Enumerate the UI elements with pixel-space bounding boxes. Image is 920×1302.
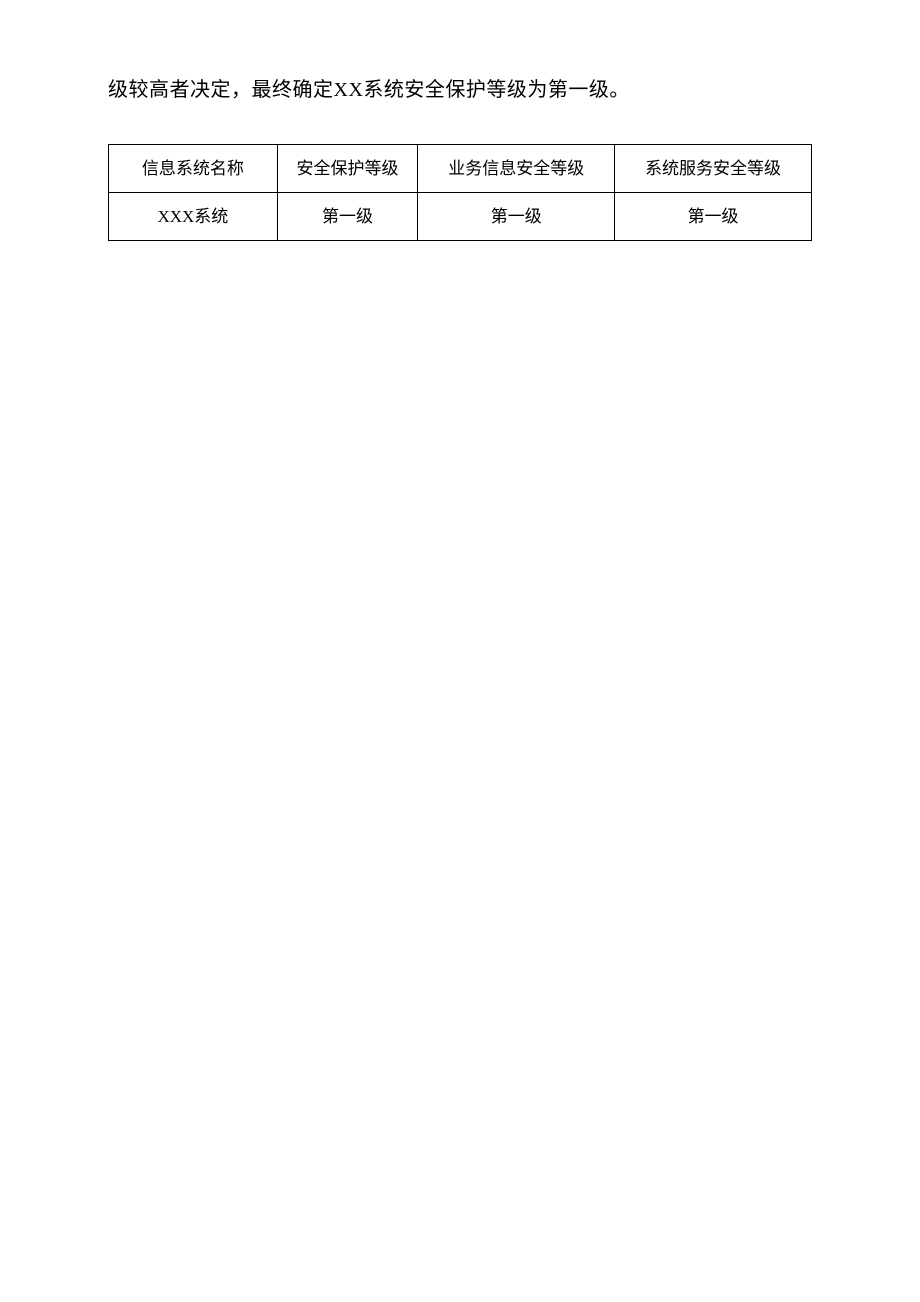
paragraph-text: 级较高者决定，最终确定XX系统安全保护等级为第一级。 — [108, 72, 812, 108]
cell-service-level: 第一级 — [615, 193, 812, 241]
document-page: 级较高者决定，最终确定XX系统安全保护等级为第一级。 信息系统名称 安全保护等级… — [0, 0, 920, 241]
table-row: XXX系统 第一级 第一级 第一级 — [109, 193, 812, 241]
header-service-level: 系统服务安全等级 — [615, 145, 812, 193]
cell-system-name: XXX系统 — [109, 193, 278, 241]
cell-business-info-level: 第一级 — [418, 193, 615, 241]
header-business-info-level: 业务信息安全等级 — [418, 145, 615, 193]
header-protection-level: 安全保护等级 — [277, 145, 418, 193]
security-level-table: 信息系统名称 安全保护等级 业务信息安全等级 系统服务安全等级 XXX系统 第一… — [108, 144, 812, 241]
cell-protection-level: 第一级 — [277, 193, 418, 241]
table-header-row: 信息系统名称 安全保护等级 业务信息安全等级 系统服务安全等级 — [109, 145, 812, 193]
header-system-name: 信息系统名称 — [109, 145, 278, 193]
